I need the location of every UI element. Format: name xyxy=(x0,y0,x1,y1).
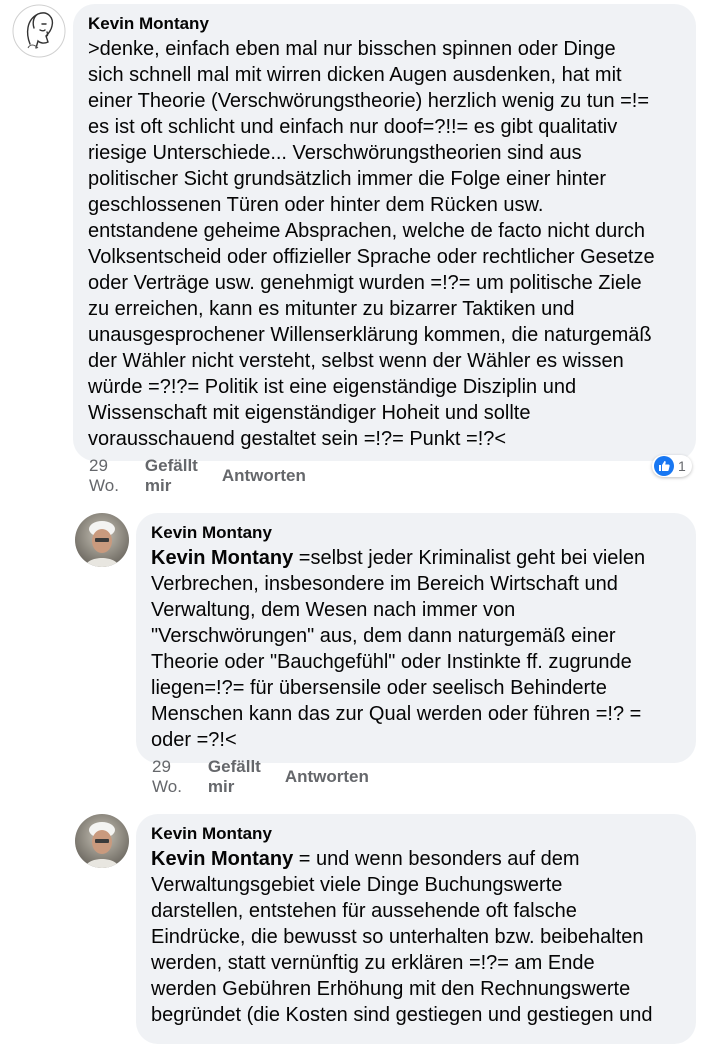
comment-time[interactable]: 29 Wo. xyxy=(89,456,119,496)
reply-button[interactable]: Antworten xyxy=(222,466,306,486)
comment-bubble: Kevin Montany Kevin Montany = und wenn b… xyxy=(136,814,696,1044)
photo-avatar-icon xyxy=(75,814,129,868)
comment-text: >denke, einfach eben mal nur bisschen sp… xyxy=(88,38,655,450)
reaction-count: 1 xyxy=(678,458,686,474)
sketch-face-avatar-icon xyxy=(12,4,66,58)
comment-bubble: Kevin Montany Kevin Montany =selbst jede… xyxy=(136,513,696,763)
comment-actions: 29 Wo. Gefällt mir Antworten xyxy=(152,757,393,796)
comment-author[interactable]: Kevin Montany xyxy=(151,824,681,844)
comment-bubble: Kevin Montany >denke, einfach eben mal n… xyxy=(73,4,696,461)
comment-author[interactable]: Kevin Montany xyxy=(88,14,681,34)
comment-body: =selbst jeder Kriminalist geht bei viele… xyxy=(151,547,646,751)
comment-text: Kevin Montany =selbst jeder Kriminalist … xyxy=(151,545,681,753)
comment-body: = und wenn besonders auf dem Verwaltungs… xyxy=(151,848,653,1026)
comment-actions: 29 Wo. Gefällt mir Antworten xyxy=(89,456,330,495)
mention-link[interactable]: Kevin Montany xyxy=(151,547,293,569)
avatar[interactable] xyxy=(12,4,66,58)
photo-avatar-icon xyxy=(75,513,129,567)
comment-author[interactable]: Kevin Montany xyxy=(151,523,681,543)
reply-button[interactable]: Antworten xyxy=(285,767,369,787)
avatar[interactable] xyxy=(75,814,129,868)
mention-link[interactable]: Kevin Montany xyxy=(151,848,293,870)
reaction-badge[interactable]: 1 xyxy=(652,455,692,477)
avatar[interactable] xyxy=(75,513,129,567)
thumbs-up-icon xyxy=(654,456,674,476)
comment-text: Kevin Montany = und wenn besonders auf d… xyxy=(151,846,681,1028)
comment-time[interactable]: 29 Wo. xyxy=(152,757,182,797)
like-button[interactable]: Gefällt mir xyxy=(208,757,261,797)
like-button[interactable]: Gefällt mir xyxy=(145,456,198,496)
